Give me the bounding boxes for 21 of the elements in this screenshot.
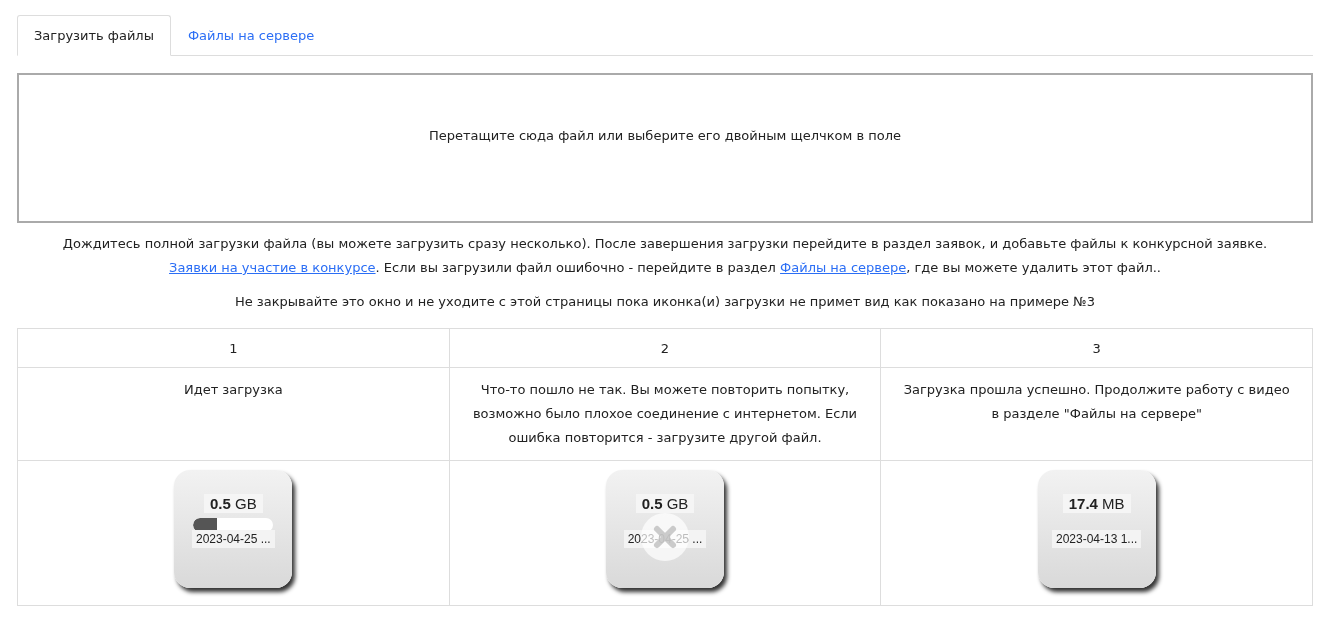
file-card[interactable]: 0.5 GB 2023-04-25 ... — [174, 470, 293, 588]
tab[interactable]: Файлы на сервере — [170, 15, 332, 56]
drop-zone-text: Перетащите сюда файл или выберите его двойным щелчком в поле — [429, 127, 901, 143]
table-cell: Загрузка прошла успешно. Продолжите работу с видео в разделе "Файлы на сервере" — [880, 367, 1313, 461]
file-size: 17.4 MB — [1062, 494, 1131, 513]
tab[interactable]: Загрузить файлы — [17, 15, 171, 56]
link[interactable]: Заявки на участие в конкурсе — [169, 260, 376, 275]
warning-text: Не закрывайте это окно и не уходите с этой страницы пока иконка(и) загрузки не примет вид как показано на примере №3 — [233, 294, 1097, 309]
table-cell: 2 — [449, 328, 881, 368]
link[interactable]: Файлы на сервере — [780, 260, 907, 275]
info-paragraph: Дождитесь полной загрузки файла (вы можете загрузить сразу несколько). После завершения загрузки перейдите в раздел заявок, и добавьте файлы к конкурсной заявке. Заявки на участие в конкурсе. Если вы загрузили файл ошибочно - перейдите в раздел Файлы на сервере, где вы можете удалить этот файл.. — [61, 235, 1269, 277]
table-cell: 3 — [880, 328, 1313, 368]
file-date: 2023-04-25 ... — [191, 530, 275, 548]
table-cell: Идет загрузка — [17, 367, 450, 461]
table-cell: Что-то пошло не так. Вы можете повторить попытку, возможно было плохое соединение с интернетом. Если ошибка повторится - загрузите другой файл. — [449, 367, 881, 461]
drop-zone[interactable]: Перетащите сюда файл или выберите его двойным щелчком в поле — [17, 73, 1313, 223]
file-card[interactable]: 17.4 MB 2023-04-13 1... — [1037, 470, 1156, 588]
file-size: 0.5 GB — [635, 494, 695, 513]
file-size: 0.5 GB — [203, 494, 263, 513]
table-cell: 1 — [17, 328, 450, 368]
file-date: 2023-04-13 1... — [1051, 530, 1142, 548]
